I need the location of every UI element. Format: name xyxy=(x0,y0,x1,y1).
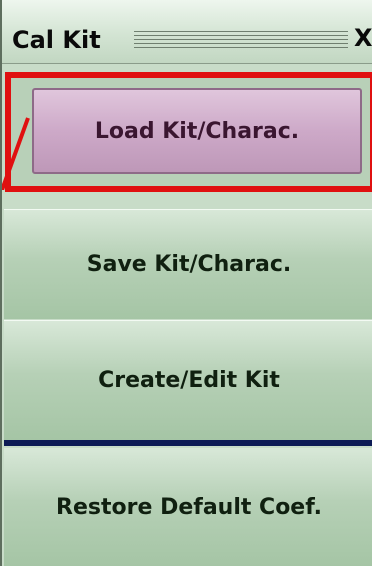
panel-titlebar: Cal Kit X xyxy=(2,0,372,64)
panel-title: Cal Kit xyxy=(12,26,101,54)
load-kit-button[interactable]: Load Kit/Charac. xyxy=(32,88,362,174)
save-kit-button[interactable]: Save Kit/Charac. xyxy=(4,209,372,319)
cal-kit-panel: Cal Kit X Load Kit/Charac. Save Kit/Char… xyxy=(0,0,372,566)
create-edit-kit-button[interactable]: Create/Edit Kit xyxy=(4,320,372,440)
restore-default-coef-button[interactable]: Restore Default Coef. xyxy=(4,448,372,566)
close-icon[interactable]: X xyxy=(354,25,372,51)
titlebar-grip xyxy=(134,31,348,49)
section-divider xyxy=(4,440,372,446)
